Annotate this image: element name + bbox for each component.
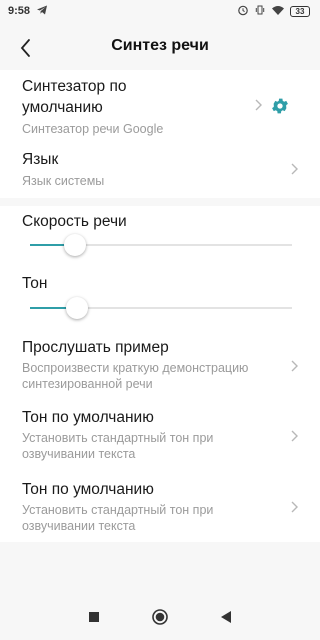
engine-settings-card: Синтезатор по умолчанию Синтезатор речи … xyxy=(0,70,320,198)
status-icons: 33 xyxy=(237,4,310,19)
status-bar: 9:58 33 xyxy=(0,0,320,24)
chevron-right-icon xyxy=(291,163,298,175)
chevron-right-icon xyxy=(291,430,298,442)
default-pitch-title: Тон по умолчанию xyxy=(22,481,154,498)
screen: 9:58 33 Синтез речи Синтезатор по умолча xyxy=(0,0,320,640)
telegram-icon xyxy=(36,4,48,19)
navigation-bar xyxy=(0,594,320,640)
language-title: Язык xyxy=(22,151,59,168)
listen-example-title: Прослушать пример xyxy=(22,339,169,356)
speech-rate-title: Скорость речи xyxy=(22,213,127,230)
pitch-row: Тон xyxy=(0,268,320,326)
language-subtitle: Язык системы xyxy=(22,174,105,188)
chevron-right-icon xyxy=(291,360,298,372)
default-pitch-row-1[interactable]: Тон по умолчанию Установить стандартный … xyxy=(0,402,320,470)
default-pitch-row-2[interactable]: Тон по умолчанию Установить стандартный … xyxy=(0,474,320,542)
default-pitch-title: Тон по умолчанию xyxy=(22,409,154,426)
default-engine-row[interactable]: Синтезатор по умолчанию Синтезатор речи … xyxy=(0,70,320,142)
home-circle-icon[interactable] xyxy=(150,607,170,627)
wifi-icon xyxy=(271,4,285,19)
recents-square-icon[interactable] xyxy=(84,607,104,627)
pitch-slider[interactable] xyxy=(30,297,292,319)
pitch-slider-thumb[interactable] xyxy=(66,297,89,319)
vibrate-icon xyxy=(254,4,266,19)
chevron-right-icon xyxy=(291,501,298,513)
listen-example-row[interactable]: Прослушать пример Воспроизвести краткую … xyxy=(0,332,320,398)
header: Синтез речи xyxy=(0,24,320,70)
default-engine-title-line2: умолчанию xyxy=(22,99,103,116)
default-pitch-subtitle-line1: Установить стандартный тон при xyxy=(22,503,214,517)
pitch-title: Тон xyxy=(22,275,48,292)
page-title: Синтез речи xyxy=(111,37,209,54)
default-pitch-subtitle-line2: озвучивании текста xyxy=(22,519,136,533)
gear-icon[interactable] xyxy=(270,96,290,116)
default-engine-subtitle: Синтезатор речи Google xyxy=(22,122,164,136)
language-row[interactable]: Язык Язык системы xyxy=(0,144,320,196)
speech-rate-slider-thumb[interactable] xyxy=(63,234,86,256)
back-triangle-icon[interactable] xyxy=(216,607,236,627)
listen-example-subtitle-line1: Воспроизвести краткую демонстрацию xyxy=(22,361,249,375)
battery-icon: 33 xyxy=(290,6,310,17)
chevron-right-icon xyxy=(255,99,262,111)
status-time: 9:58 xyxy=(8,5,31,17)
default-pitch-subtitle-line1: Установить стандартный тон при xyxy=(22,431,214,445)
listen-example-subtitle-line2: синтезированной речи xyxy=(22,377,153,391)
default-engine-title-line1: Синтезатор по xyxy=(22,78,127,95)
speech-rate-row: Скорость речи xyxy=(0,206,320,264)
alarm-icon xyxy=(237,4,249,19)
speech-settings-card: Скорость речи Тон Прослушать пример Восп… xyxy=(0,206,320,542)
default-pitch-subtitle-line2: озвучивании текста xyxy=(22,447,136,461)
speech-rate-slider[interactable] xyxy=(30,234,292,256)
